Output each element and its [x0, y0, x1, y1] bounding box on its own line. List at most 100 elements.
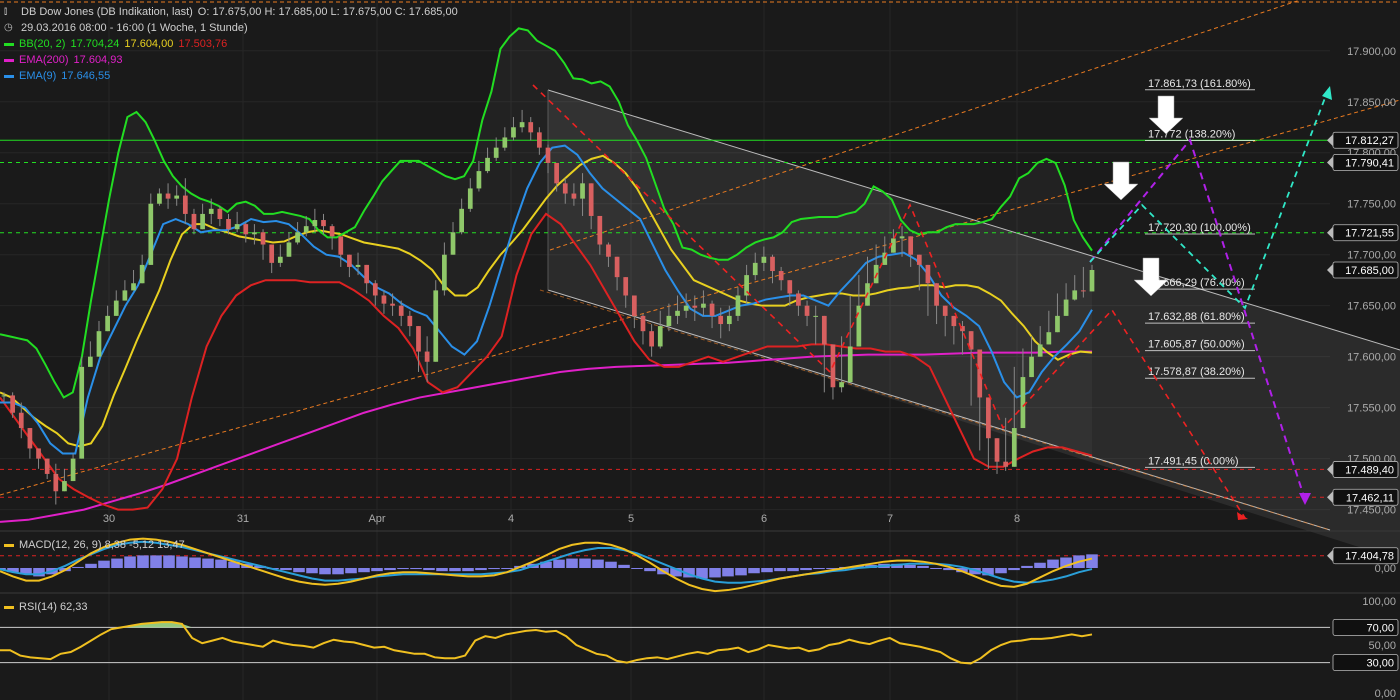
candle-body — [813, 315, 819, 317]
y-tick-label: 17.550,00 — [1347, 403, 1396, 415]
chart-canvas[interactable]: 17.861,73 (161.80%) 17.772 (138.20%) 17.72… — [0, 0, 1400, 700]
candle-body — [450, 232, 456, 255]
candle-body — [407, 315, 413, 327]
down-arrow-icon — [1103, 161, 1139, 201]
candle-body — [631, 295, 637, 316]
candle-body — [226, 219, 231, 230]
candle-body — [977, 349, 983, 398]
candle-body — [277, 256, 283, 263]
candle-body — [623, 277, 629, 296]
candle-body — [1003, 461, 1009, 467]
candle-body — [986, 397, 991, 439]
macd-hist-bar — [72, 566, 84, 568]
macd-hist-bar — [761, 568, 773, 573]
candle-body — [200, 213, 205, 230]
macd-hist-bar — [280, 568, 292, 571]
legend-row: BB(20, 2) 17.704,24 17.604,00 17.503,76 — [4, 36, 458, 52]
candle-body — [692, 305, 698, 308]
macd-hist-bar — [397, 568, 409, 570]
macd-hist-bar — [202, 558, 214, 568]
macd-swatch — [4, 543, 14, 547]
candle-body — [649, 331, 654, 347]
rsi-swatch — [4, 605, 14, 609]
macd-hist-bar — [1008, 568, 1020, 571]
fib-label: 17.772 (138.20%) — [1148, 129, 1235, 141]
candle-body — [571, 193, 577, 199]
candle-body — [821, 315, 827, 345]
legend-row: EMA(200) 17.604,93 — [4, 52, 458, 68]
price-tag-label: 17.812,27 — [1345, 135, 1394, 147]
macd-hist-bar — [631, 568, 643, 569]
y-tick-label: 17.700,00 — [1347, 250, 1396, 262]
candle-body — [614, 256, 620, 278]
legend-label: EMA(200) — [19, 54, 69, 66]
macd-hist-bar — [215, 559, 227, 568]
candle-body — [191, 213, 197, 230]
legend-value: 17.704,24 — [70, 38, 120, 50]
macd-hist-bar — [800, 568, 812, 571]
candle-body — [364, 264, 370, 284]
x-tick-label: 30 — [103, 513, 115, 525]
candle-body — [1, 395, 7, 397]
legend-value: 17.604,93 — [73, 54, 123, 66]
fib-label: 17.578,87 (38.20%) — [1148, 366, 1245, 378]
candle-body — [53, 473, 59, 492]
price-tag-pointer — [1327, 156, 1333, 169]
macd-y-tick: 0,00 — [1375, 563, 1396, 575]
macd-hist-bar — [579, 558, 591, 568]
price-tag: 17.404,78 — [1327, 547, 1399, 565]
candle-body — [260, 232, 266, 245]
arrow-head — [1237, 512, 1248, 520]
rsi-tag-label: 30,00 — [1366, 658, 1394, 670]
candle-body — [891, 238, 896, 253]
candle-body — [519, 122, 525, 128]
candle-body — [416, 326, 421, 352]
candle-body — [804, 305, 810, 316]
candle-body — [36, 448, 41, 459]
chart-type-icon: ⫾ — [4, 6, 8, 17]
candle-body — [62, 481, 67, 492]
legend-value: 17.503,76 — [178, 38, 228, 50]
candle-body — [908, 236, 914, 255]
fib-label: 17.720,30 (100.00%) — [1148, 222, 1251, 234]
candle-body — [303, 226, 309, 233]
x-tick-label: 5 — [628, 513, 634, 525]
macd-hist-bar — [137, 555, 149, 568]
candle-body — [44, 458, 50, 474]
macd-hist-bar — [722, 568, 734, 577]
candle-body — [925, 264, 931, 284]
candle-body — [157, 193, 162, 204]
rsi-panel: 100,00 70,00 50,00 30,00 0,00 — [0, 596, 1399, 700]
macd-hist-bar — [813, 568, 825, 570]
price-tag: 17.462,11 — [1327, 488, 1399, 506]
candle-body — [1063, 299, 1069, 316]
macd-hist-bar — [332, 568, 344, 575]
x-tick-label: 8 — [1014, 513, 1020, 525]
candle-body — [329, 226, 335, 237]
candle-body — [761, 256, 767, 263]
candle-body — [1081, 290, 1086, 292]
x-tick-label: 6 — [761, 513, 767, 525]
candle-body — [442, 254, 447, 291]
x-tick-label: Apr — [368, 513, 385, 525]
candle-body — [338, 236, 344, 255]
macd-hist-bar — [553, 559, 565, 568]
candle-body — [165, 193, 171, 199]
candle-body — [476, 171, 482, 189]
candle-body — [286, 242, 292, 257]
candle-body — [217, 208, 223, 220]
macd-hist-bar — [735, 568, 747, 576]
time-range: 29.03.2016 08:00 - 16:00 (1 Woche, 1 Stu… — [21, 22, 248, 34]
candle-body — [1072, 290, 1078, 300]
candle-body — [683, 305, 689, 311]
macd-hist-bar — [345, 568, 357, 574]
candle-body — [182, 195, 188, 214]
price-tag-label: 17.685,00 — [1345, 265, 1394, 277]
price-tag-label: 17.462,11 — [1346, 492, 1394, 504]
price-tag: 17.812,27 — [1327, 131, 1399, 149]
price-tag-pointer — [1327, 549, 1333, 562]
candle-body — [96, 331, 102, 357]
legend-swatch — [4, 42, 14, 46]
fib-label: 17.632,88 (61.80%) — [1148, 311, 1245, 323]
candle-body — [372, 283, 378, 296]
